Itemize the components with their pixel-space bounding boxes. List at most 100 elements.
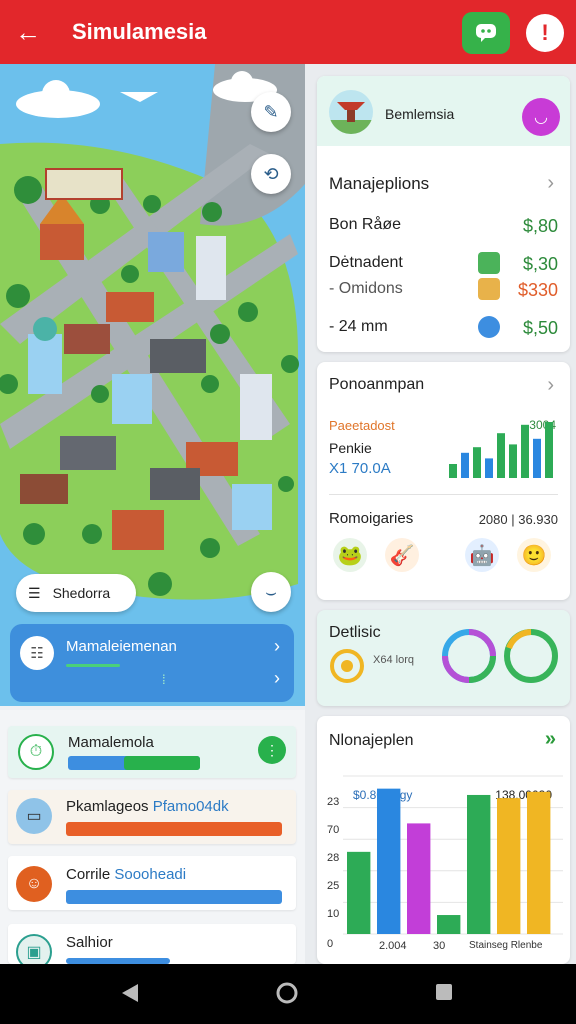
paint-brush-icon[interactable]: ✎ [251,92,291,132]
map-signboard [45,168,123,200]
mini-bar [461,452,469,478]
profile-card: Bemlemsia ◡ Manajeplions › Bon Råøe $,80… [317,76,570,352]
app-bar: ← Simulamesia ! [0,0,576,64]
chat-button[interactable] [462,12,510,54]
list-item-subtitle: Soooheadi [114,866,187,883]
list-item-title-text: Pkamlageos [66,798,149,815]
chart-bar [407,823,431,934]
section-title: Nlonajeplen [329,732,414,749]
map-chip[interactable]: ☰ Shedorra [16,574,136,612]
avatar [329,90,373,134]
x-tick: Stainseg Rlenbe [469,940,543,951]
profile-header[interactable]: Bemlemsia ◡ [317,76,570,146]
stats-card: Ponoanmpan › Paeetadost Penkie X1 70.0A … [317,362,570,600]
mini-bar [485,458,493,478]
coin-icon [330,649,364,683]
chevron-right-icon[interactable]: › [547,374,554,397]
dock-icon[interactable]: ⌣ [251,572,291,612]
guitar-icon[interactable]: 🎸 [385,538,419,572]
home-circle-icon[interactable] [276,982,298,1004]
section-title: Ponoanmpan [329,376,425,393]
section-title: Detlisic [329,624,381,641]
map-illustration [0,64,305,600]
robot-icon[interactable]: 🤖 [465,538,499,572]
y-tick: 10 [327,908,340,920]
chart-bar [437,915,461,934]
list-item[interactable]: ⏱ Mamalemola ⋮ [8,726,296,778]
mini-bar [545,422,553,478]
stat-value: X1 70.0A [329,460,391,477]
list-item[interactable]: ▣ Salhior [8,924,296,970]
chart-bar [527,791,551,934]
finance-row-value: $,80 [522,216,558,236]
chevron-right-icon[interactable]: › [547,172,554,195]
list-item[interactable]: ▭ Pkamlageos Pfamo04dk [8,790,296,844]
blue-card-mini: ⁞ [162,672,166,687]
ring-chart [504,629,558,683]
list-item-bar [66,822,282,836]
more-icon[interactable]: ⋮ [258,736,286,764]
clipboard-icon: ☷ [20,636,54,670]
blue-summary-card[interactable]: ☷ Mamaleiemenan ⁞ › › [10,624,294,702]
double-chevron-icon[interactable]: » [545,728,556,751]
finance-row-label: Bon Råøe [329,216,402,233]
alert-button[interactable]: ! [526,14,564,52]
recents-square-icon[interactable] [434,982,454,1002]
app-title: Simulamesia [72,19,207,44]
blue-card-title: Mamaleiemenan [66,638,177,655]
person-icon[interactable]: 🙂 [517,538,551,572]
back-triangle-icon[interactable] [120,982,140,1004]
finance-row-value: $,30 [522,254,558,274]
arrow-left-icon[interactable]: ← [14,18,42,46]
chevron-right-icon[interactable]: › [274,668,280,689]
shield-icon[interactable]: ◡ [522,98,560,136]
left-list: ⏱ Mamalemola ⋮ ▭ Pkamlageos Pfamo04dk ☺ … [0,710,305,970]
detail-card: Detlisic X64 lorq [317,610,570,706]
city-map[interactable]: ✎ ⟲ ⌣ ☰ Shedorra [0,64,305,706]
mini-bar [449,464,457,478]
list-item-bar [66,890,282,904]
stat-label: Paeetadost [329,418,395,433]
section-title: Manajeplions [329,174,430,193]
list-item[interactable]: ☺ Corrile Soooheadi [8,856,296,910]
x-tick: 2.004 [379,940,407,952]
chart-bar [497,798,521,934]
finance-row[interactable]: Bon Råøe $,80 [329,214,558,238]
plant-icon [478,252,500,274]
finance-row-value: $330 [517,280,558,300]
ring-chart [442,629,496,683]
landmark-icon [329,102,373,134]
list-item-title: Pkamlageos Pfamo04dk [66,798,229,815]
list-item-title-text: Corrile [66,866,111,883]
device-icon: ▭ [16,798,52,834]
list-item-title: Salhior [66,934,113,951]
exclamation-icon: ! [541,20,549,45]
chevron-right-icon[interactable]: › [274,636,280,657]
divider [329,494,558,495]
finance-row-label: - Omidons [329,280,403,297]
list-item-subtitle: Pfamo04dk [152,798,229,815]
finance-row-label: - 24 mm [329,318,388,335]
y-tick: 70 [327,824,340,836]
stat-label: Penkie [329,440,372,456]
y-tick: 28 [327,852,340,864]
finance-row[interactable]: Dėtnadent $,30 [329,252,558,276]
system-nav-bar [0,964,576,1024]
chart-card: Nlonajeplen » $0.800.0gy 138.00030 23 70… [317,716,570,964]
bar-chart [343,775,563,935]
list-item-title: Corrile Soooheadi [66,866,186,883]
mini-bar [533,438,541,478]
face-icon: ☺ [16,866,52,902]
finance-row-label: Dėtnadent [329,254,403,271]
right-panel: Bemlemsia ◡ Manajeplions › Bon Råøe $,80… [305,64,576,964]
finance-row[interactable]: - 24 mm $,50 [329,316,558,340]
citizen-icon[interactable]: 🐸 [333,538,367,572]
rotate-icon[interactable]: ⟲ [251,154,291,194]
mini-bar [473,447,481,478]
chat-bubble-icon [476,24,496,42]
finance-row[interactable]: - Omidons $330 [329,278,558,302]
y-tick: 0 [327,938,334,950]
stat-value: 2080 | 36.930 [478,512,558,527]
chart-bar [467,794,491,934]
profile-name: Bemlemsia [385,106,455,122]
